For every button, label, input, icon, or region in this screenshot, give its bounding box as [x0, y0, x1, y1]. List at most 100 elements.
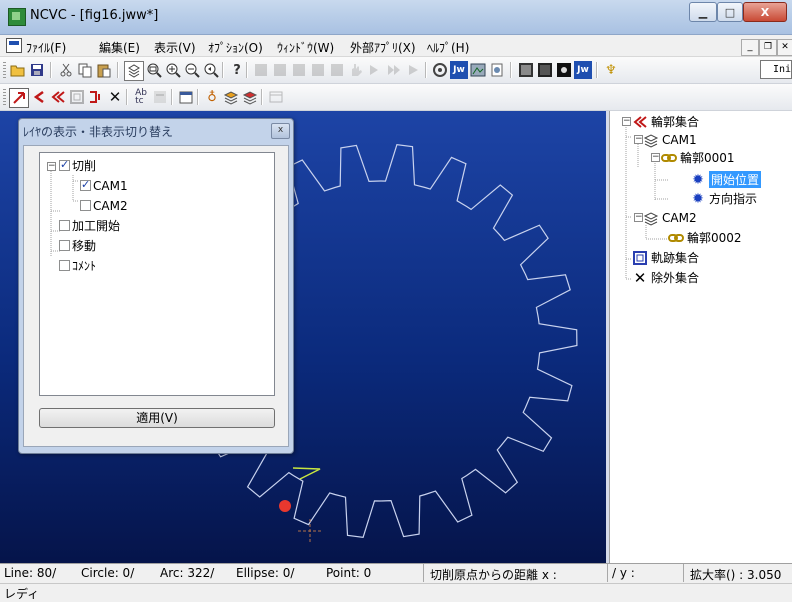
mdi-restore-button[interactable]: ❐: [759, 39, 777, 56]
properties-disabled-icon[interactable]: [151, 88, 169, 106]
layer-item-move[interactable]: 移動: [59, 237, 96, 254]
layer-item-cutting[interactable]: 切削: [59, 157, 96, 174]
layer-checkbox[interactable]: [80, 178, 91, 191]
document-menu-icon[interactable]: [6, 38, 22, 53]
disabled-tool-icon[interactable]: [328, 61, 346, 79]
maximize-button[interactable]: □: [717, 2, 743, 22]
menu-window[interactable]: ｳｨﾝﾄﾞｳ(W): [277, 39, 334, 56]
app-icon[interactable]: [8, 8, 26, 26]
tree-expander[interactable]: −: [622, 117, 631, 126]
tree-expander[interactable]: −: [634, 213, 643, 222]
copy-icon[interactable]: [76, 61, 94, 79]
menu-help[interactable]: ﾍﾙﾌﾟ(H): [427, 39, 469, 56]
layer-item-comment[interactable]: ｺﾒﾝﾄ: [59, 257, 96, 274]
disabled-tool-icon[interactable]: [290, 61, 308, 79]
layer-item-cam2[interactable]: CAM2: [80, 197, 128, 214]
layer-checkbox[interactable]: [80, 200, 91, 211]
black-square-icon[interactable]: [536, 61, 554, 79]
gear-icon: ✹: [692, 190, 704, 207]
window-tool-icon[interactable]: [267, 88, 285, 106]
help-icon[interactable]: ?: [228, 61, 246, 79]
layer-tree[interactable]: − 切削 CAM1 CAM2 加工開始 移動 ｺﾒﾝﾄ: [39, 152, 275, 396]
text-tool-icon[interactable]: Ab tc: [132, 88, 150, 106]
layer-expander[interactable]: −: [47, 162, 56, 171]
menu-external-apps[interactable]: 外部ｱﾌﾟﾘ(X): [350, 39, 416, 56]
outline-set-icon[interactable]: [49, 88, 67, 106]
tree-label: 輪郭0001: [680, 151, 735, 165]
layer-label: CAM2: [93, 198, 128, 213]
trajectory-tool-icon[interactable]: [68, 88, 86, 106]
cut-icon[interactable]: [57, 61, 75, 79]
exclude-x-icon[interactable]: ✕: [106, 88, 124, 106]
layer-checkbox[interactable]: [59, 240, 70, 251]
fast-forward-icon[interactable]: [385, 61, 403, 79]
apply-button[interactable]: 適用(V): [39, 408, 275, 428]
tree-item-start-position[interactable]: ✹ 開始位置: [690, 171, 762, 188]
tree-item-exclusion-set[interactable]: ✕ 除外集合: [632, 268, 699, 287]
settings-doc-icon[interactable]: [488, 61, 506, 79]
zoom-previous-icon[interactable]: [202, 61, 220, 79]
jw-external-icon[interactable]: Jw: [574, 61, 592, 79]
layers-icon[interactable]: [222, 88, 240, 106]
status-ready: レディ: [4, 587, 40, 601]
open-icon[interactable]: [9, 61, 27, 79]
trophy-icon[interactable]: ♆: [602, 61, 620, 79]
layer-checkbox[interactable]: [59, 260, 70, 271]
layer-checkbox[interactable]: [59, 220, 70, 231]
layers-red-icon[interactable]: [241, 88, 259, 106]
dialog-close-button[interactable]: x: [271, 123, 290, 139]
dark-view-icon[interactable]: [555, 61, 573, 79]
tree-item-cam1[interactable]: CAM1: [643, 131, 697, 148]
bracket-tool-icon[interactable]: [87, 88, 105, 106]
toolbar-grip[interactable]: [3, 62, 6, 78]
layer-add-icon[interactable]: ♁: [203, 88, 221, 106]
tree-expander[interactable]: −: [634, 135, 643, 144]
jw-icon[interactable]: Jw: [450, 61, 468, 79]
tree-item-cam2[interactable]: CAM2: [643, 209, 697, 226]
dialog-title: ﾚｲﾔの表示・非表示切り替え: [23, 125, 174, 139]
zoom-in-icon[interactable]: [164, 61, 182, 79]
disabled-tool-icon[interactable]: [309, 61, 327, 79]
paste-icon[interactable]: [95, 61, 113, 79]
tree-item-trajectory-set[interactable]: 軌跡集合: [632, 249, 699, 266]
exclude-x-icon: ✕: [633, 268, 647, 287]
fit-view-icon[interactable]: [124, 61, 144, 81]
minimize-button[interactable]: ▁: [689, 2, 717, 22]
menu-view[interactable]: 表示(V): [154, 39, 196, 56]
close-button[interactable]: X: [743, 2, 787, 22]
tree-expander[interactable]: −: [651, 153, 660, 162]
target-icon[interactable]: [431, 61, 449, 79]
properties-icon[interactable]: [177, 88, 195, 106]
tree-item-outline-0001[interactable]: 輪郭0001: [661, 149, 735, 166]
tree-label: 方向指示: [709, 192, 758, 206]
outline-tree-panel[interactable]: − 輪郭集合 − CAM1 − 輪郭0001 ✹ 開始位置 ✹ 方向指示 − CAM…: [609, 111, 792, 563]
tree-item-outline-set[interactable]: 輪郭集合: [632, 113, 699, 130]
map-icon[interactable]: [469, 61, 487, 79]
direction-icon[interactable]: [30, 88, 48, 106]
layer-visibility-dialog: ﾚｲﾔの表示・非表示切り替え x − 切削 CAM1 CAM2 加工開始 移動: [18, 118, 294, 454]
menu-options[interactable]: ｵﾌﾟｼｮﾝ(O): [208, 39, 263, 56]
grid-icon[interactable]: [517, 61, 535, 79]
toolbar-grip[interactable]: [3, 89, 6, 105]
zoom-out-icon[interactable]: [183, 61, 201, 79]
save-icon[interactable]: [28, 61, 46, 79]
play-icon[interactable]: [404, 61, 422, 79]
layer-checkbox[interactable]: [59, 158, 70, 171]
layer-item-cam1[interactable]: CAM1: [80, 177, 128, 194]
main-toolbar: ? Jw Jw ♆ Init.mnc: [0, 57, 792, 84]
disabled-tool-icon[interactable]: [271, 61, 289, 79]
mdi-minimize-button[interactable]: _: [741, 39, 759, 56]
zoom-window-icon[interactable]: [145, 61, 163, 79]
disabled-tool-icon[interactable]: [252, 61, 270, 79]
hand-icon[interactable]: [347, 61, 365, 79]
mdi-close-button[interactable]: ✕: [777, 39, 792, 56]
menu-file[interactable]: ﾌｧｲﾙ(F): [26, 39, 66, 56]
layer-item-machining-start[interactable]: 加工開始: [59, 217, 120, 234]
menu-edit[interactable]: 編集(E): [99, 39, 140, 56]
tree-item-outline-0002[interactable]: 輪郭0002: [668, 229, 742, 246]
select-arrow-icon[interactable]: [9, 88, 29, 108]
play-step-icon[interactable]: [366, 61, 384, 79]
layer-label: 移動: [72, 239, 97, 253]
init-file-button[interactable]: Init.mnc: [760, 60, 792, 79]
tree-item-direction[interactable]: ✹ 方向指示: [690, 190, 757, 207]
